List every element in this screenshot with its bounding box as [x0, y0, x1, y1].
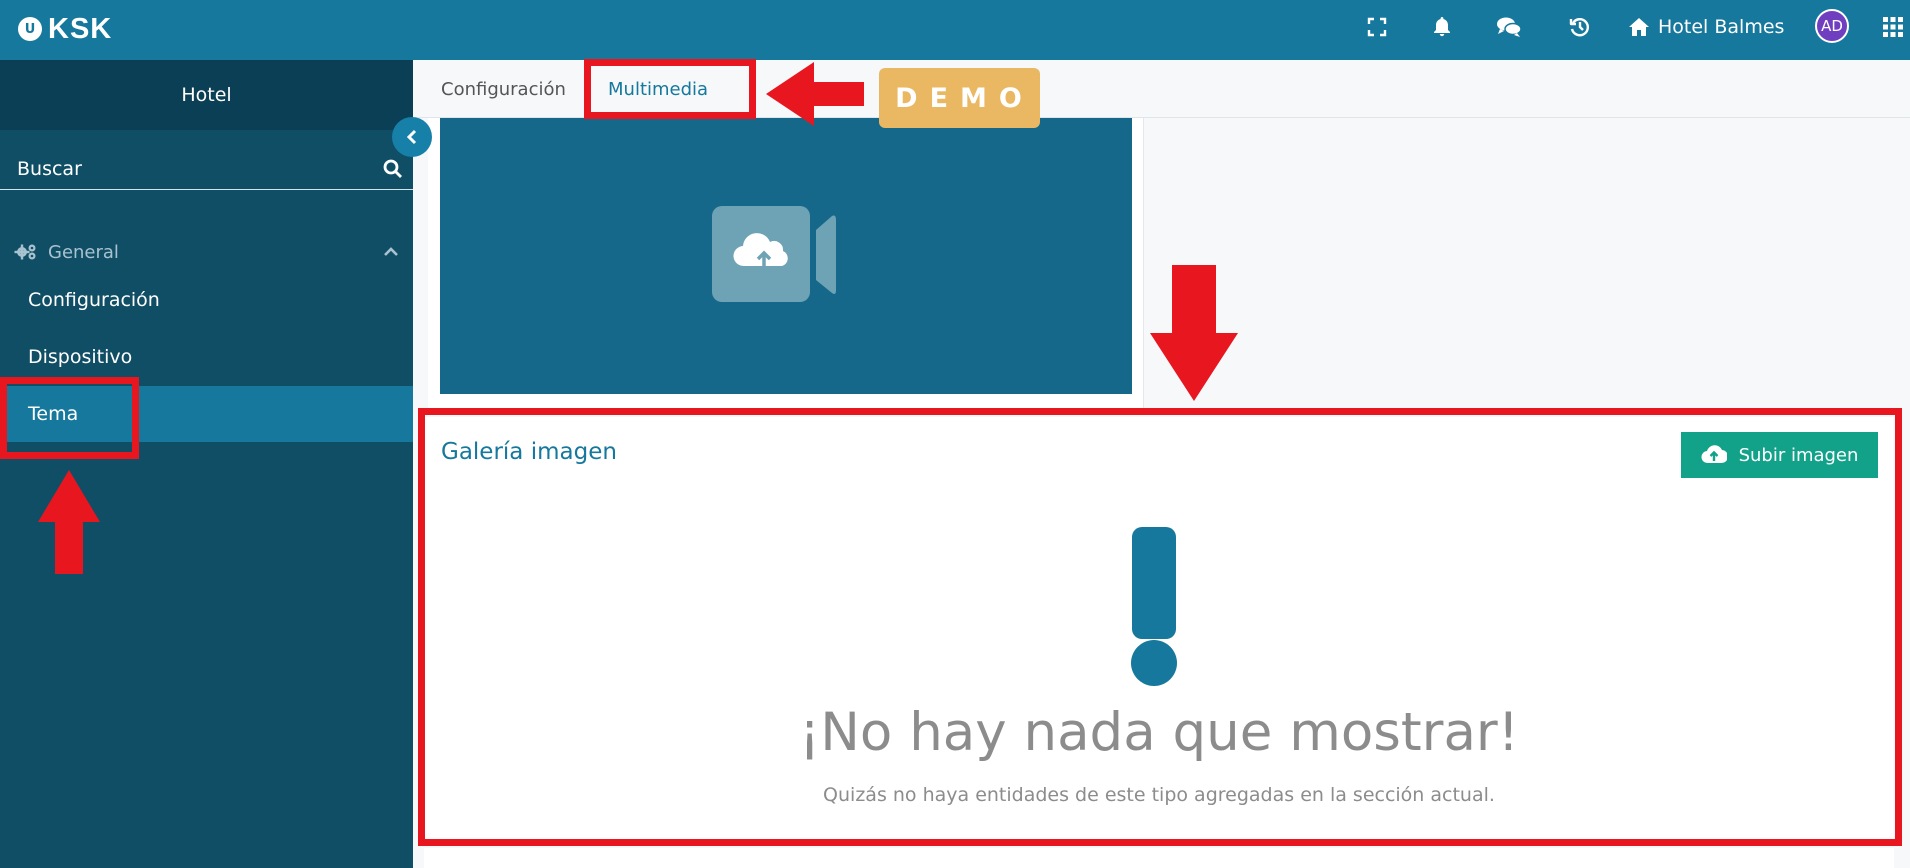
video-upload-icon: [712, 206, 836, 302]
empty-state-subtitle: Quizás no haya entidades de este tipo ag…: [823, 784, 1495, 806]
gears-icon: [14, 244, 36, 260]
hotel-selector[interactable]: Hotel Balmes: [1628, 12, 1784, 42]
cloud-upload-icon: [1701, 445, 1727, 464]
sidebar: Hotel General Configuración Dispositivo …: [0, 60, 413, 868]
upload-image-button[interactable]: Subir imagen: [1681, 432, 1878, 478]
tab-configuracion[interactable]: Configuración: [441, 60, 566, 118]
tab-multimedia[interactable]: Multimedia: [608, 60, 708, 118]
exclamation-icon: [1131, 527, 1177, 686]
history-icon[interactable]: [1565, 12, 1595, 42]
video-side-empty: [1148, 118, 1910, 408]
chevron-left-icon: [406, 129, 417, 145]
apps-grid-icon[interactable]: [1878, 12, 1908, 42]
logo-text: KSK: [48, 12, 113, 45]
next-panel-edge: [424, 848, 1894, 868]
video-upload-area[interactable]: [440, 118, 1132, 394]
sidebar-item-label: Dispositivo: [28, 346, 133, 368]
user-avatar[interactable]: AD: [1815, 9, 1849, 43]
sidebar-section-general[interactable]: General: [0, 230, 413, 274]
search-input[interactable]: [17, 157, 347, 180]
sidebar-search: [0, 148, 413, 190]
app-logo[interactable]: U KSK: [18, 12, 112, 46]
demo-badge: DEMO: [879, 68, 1040, 128]
sidebar-item-dispositivo[interactable]: Dispositivo: [0, 329, 413, 385]
sidebar-item-configuracion[interactable]: Configuración: [0, 272, 413, 328]
chat-icon[interactable]: [1494, 12, 1524, 42]
bell-icon[interactable]: [1427, 12, 1457, 42]
fullscreen-icon[interactable]: [1362, 12, 1392, 42]
sidebar-section-label: General: [48, 241, 119, 263]
sidebar-header: Hotel: [0, 60, 413, 130]
sidebar-collapse-button[interactable]: [392, 117, 432, 157]
upload-image-label: Subir imagen: [1738, 444, 1859, 466]
top-bar: U KSK Hotel Balmes AD: [0, 0, 1910, 60]
sidebar-item-label: Tema: [28, 403, 79, 425]
chevron-up-icon[interactable]: [383, 247, 399, 257]
hotel-name: Hotel Balmes: [1658, 16, 1785, 38]
logo-mark: U: [18, 17, 42, 41]
search-icon[interactable]: [383, 159, 403, 179]
tab-bar: Configuración Multimedia: [413, 60, 1910, 118]
home-icon: [1629, 18, 1649, 36]
sidebar-item-tema[interactable]: Tema: [0, 386, 413, 442]
gallery-title: Galería imagen: [441, 439, 617, 465]
sidebar-item-label: Configuración: [28, 289, 160, 311]
gallery-panel: Galería imagen Subir imagen ¡No hay nada…: [424, 417, 1894, 840]
empty-state-title: ¡No hay nada que mostrar!: [799, 702, 1519, 763]
